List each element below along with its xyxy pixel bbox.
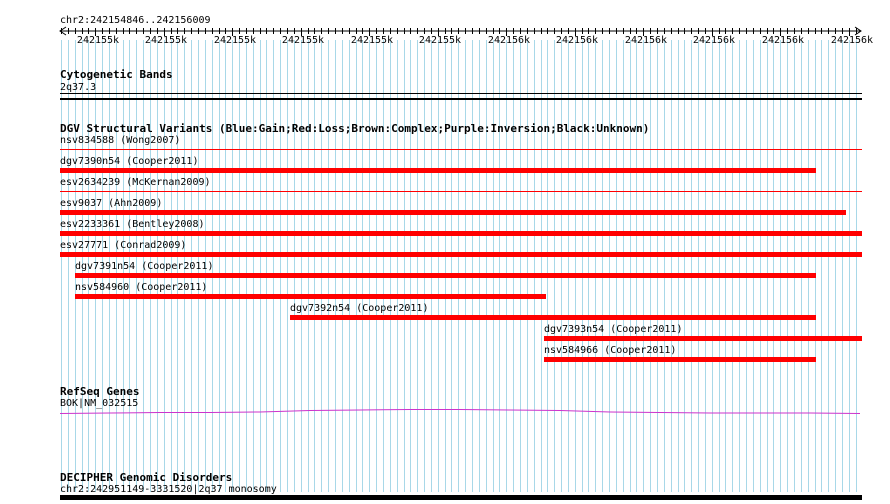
ruler-tick-label: 242156k (692, 35, 736, 46)
cytoband-bar-top (60, 93, 862, 94)
cytoband-label: 2q37.3 (60, 82, 97, 93)
decipher-bar[interactable] (60, 495, 862, 500)
variant-bar[interactable] (544, 357, 816, 362)
variant-bar[interactable] (60, 149, 862, 150)
ruler-tick-label: 242155k (418, 35, 462, 46)
ruler-tick-label: 242155k (76, 35, 120, 46)
variant-bar[interactable] (60, 231, 862, 236)
ruler-tick-label: 242155k (281, 35, 325, 46)
ruler-tick-label: 242155k (144, 35, 188, 46)
variant-label[interactable]: esv9037 (Ahn2009) (60, 198, 162, 209)
ruler-tick-label: 242156k (555, 35, 599, 46)
variant-bar[interactable] (60, 210, 846, 215)
track-title-dgv-structural-variants[interactable]: DGV Structural Variants (Blue:Gain;Red:L… (60, 122, 649, 135)
ruler-tick-label: 242156k (487, 35, 531, 46)
decipher-label[interactable]: chr2:242951149-3331520|2q37 monosomy (60, 484, 277, 495)
variant-bar[interactable] (75, 273, 816, 278)
variant-label[interactable]: nsv584960 (Cooper2011) (75, 282, 207, 293)
ruler-tick-label: 242156k (624, 35, 668, 46)
variant-label[interactable]: esv2233361 (Bentley2008) (60, 219, 205, 230)
variant-label[interactable]: esv27771 (Conrad2009) (60, 240, 186, 251)
ruler-tick-label: 242156k (830, 35, 874, 46)
ruler-tick-label: 242155k (350, 35, 394, 46)
track-title-refseq-genes[interactable]: RefSeq Genes (60, 385, 139, 398)
variant-bar[interactable] (60, 252, 862, 257)
variant-bar[interactable] (75, 294, 546, 299)
track-title-decipher-genomic-disorders[interactable]: DECIPHER Genomic Disorders (60, 471, 232, 484)
variant-bar[interactable] (60, 191, 862, 192)
variant-label[interactable]: nsv834588 (Wong2007) (60, 135, 180, 146)
variant-label[interactable]: dgv7392n54 (Cooper2011) (290, 303, 428, 314)
ruler-tick-label: 242155k (213, 35, 257, 46)
variant-label[interactable]: dgv7390n54 (Cooper2011) (60, 156, 198, 167)
variant-label[interactable]: nsv584966 (Cooper2011) (544, 345, 676, 356)
genome-browser-panel: chr2:242154846..242156009 242155k 242155… (0, 0, 890, 504)
variant-bar[interactable] (290, 315, 816, 320)
gene-wiggle[interactable] (0, 400, 890, 420)
variant-label[interactable]: dgv7391n54 (Cooper2011) (75, 261, 213, 272)
variant-label[interactable]: dgv7393n54 (Cooper2011) (544, 324, 682, 335)
variant-bar[interactable] (544, 336, 862, 341)
variant-label[interactable]: esv2634239 (McKernan2009) (60, 177, 211, 188)
cytoband-bar[interactable] (60, 98, 862, 100)
track-title-cytogenetic-bands[interactable]: Cytogenetic Bands (60, 68, 173, 81)
variant-bar[interactable] (60, 168, 816, 173)
ruler-tick-label: 242156k (761, 35, 805, 46)
